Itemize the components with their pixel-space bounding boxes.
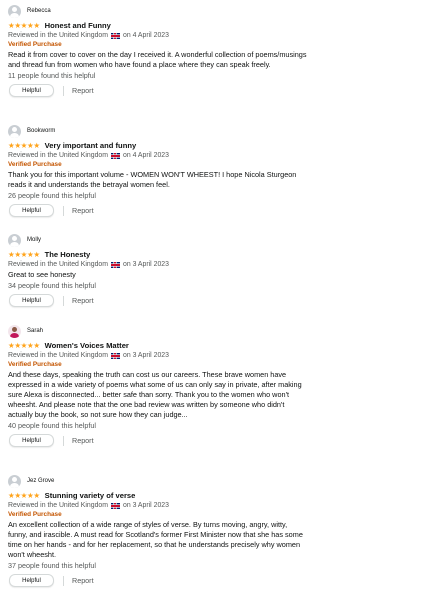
- review-date: Reviewed in the United Kingdom on 3 Apri…: [8, 260, 308, 269]
- report-link[interactable]: Report: [72, 296, 94, 305]
- review-title[interactable]: Very important and funny: [45, 141, 137, 150]
- uk-flag-icon: [110, 152, 120, 159]
- reviewer-profile[interactable]: Sarah: [8, 324, 308, 338]
- five-star-rating-icon[interactable]: ★ ★ ★ ★ ★: [8, 21, 40, 30]
- review-card: Jez Grove ★ ★ ★ ★ ★ Stunning variety of vers…: [8, 474, 308, 587]
- review-date-text: on 3 April 2023: [122, 261, 169, 268]
- action-divider: [63, 205, 64, 216]
- review-body: Thank you for this important volume - WO…: [8, 170, 297, 189]
- reviewer-profile[interactable]: Bookworm: [8, 124, 308, 138]
- uk-flag-icon: [110, 261, 120, 268]
- report-link[interactable]: Report: [72, 206, 94, 215]
- review-title[interactable]: Honest and Funny: [45, 21, 111, 30]
- review-title[interactable]: Women's Voices Matter: [45, 341, 129, 350]
- five-star-rating-icon[interactable]: ★ ★ ★ ★ ★: [8, 341, 40, 350]
- review-date: Reviewed in the United Kingdom on 3 Apri…: [8, 501, 308, 510]
- review-location: Reviewed in the United Kingdom: [8, 32, 108, 39]
- helpful-button[interactable]: Helpful: [9, 294, 54, 307]
- reviewer-name: Bookworm: [27, 128, 56, 134]
- helpful-button[interactable]: Helpful: [9, 574, 54, 587]
- action-divider: [63, 295, 64, 306]
- review-date-text: on 4 April 2023: [122, 32, 169, 39]
- five-star-rating-icon[interactable]: ★ ★ ★ ★ ★: [8, 250, 40, 259]
- reviewer-profile[interactable]: Jez Grove: [8, 474, 308, 488]
- review-body: Great to see honesty: [8, 270, 76, 279]
- review-card: Sarah ★ ★ ★ ★ ★ Women's Voices Matter Review…: [8, 324, 308, 447]
- review-body: An excellent collection of a wide range …: [8, 520, 303, 559]
- review-location: Reviewed in the United Kingdom: [8, 152, 108, 159]
- report-link[interactable]: Report: [72, 86, 94, 95]
- helpful-button[interactable]: Helpful: [9, 434, 54, 447]
- photo-avatar-icon: [8, 324, 21, 338]
- review-date-text: on 4 April 2023: [122, 152, 169, 159]
- helpful-button[interactable]: Helpful: [9, 84, 54, 97]
- verified-purchase-badge: Verified Purchase: [8, 41, 62, 48]
- helpful-button[interactable]: Helpful: [9, 204, 54, 217]
- review-location: Reviewed in the United Kingdom: [8, 352, 108, 359]
- verified-purchase-badge: Verified Purchase: [8, 361, 62, 368]
- reviewer-profile[interactable]: Rebecca: [8, 4, 308, 18]
- reviewer-profile[interactable]: Molly: [8, 233, 308, 247]
- default-avatar-icon: [8, 124, 21, 138]
- review-date: Reviewed in the United Kingdom on 4 Apri…: [8, 31, 308, 40]
- review-title[interactable]: The Honesty: [45, 250, 91, 259]
- default-avatar-icon: [8, 233, 21, 247]
- review-date: Reviewed in the United Kingdom on 3 Apri…: [8, 351, 308, 360]
- reviews-list: Rebecca ★ ★ ★ ★ ★ Honest and Funny Reviewed …: [0, 0, 447, 600]
- five-star-rating-icon[interactable]: ★ ★ ★ ★ ★: [8, 491, 40, 500]
- default-avatar-icon: [8, 474, 21, 488]
- five-star-rating-icon[interactable]: ★ ★ ★ ★ ★: [8, 141, 40, 150]
- review-card: Molly ★ ★ ★ ★ ★ The Honesty Reviewed in the …: [8, 233, 308, 307]
- review-body: And these days, speaking the truth can c…: [8, 370, 302, 419]
- uk-flag-icon: [110, 352, 120, 359]
- review-date: Reviewed in the United Kingdom on 4 Apri…: [8, 151, 308, 160]
- review-location: Reviewed in the United Kingdom: [8, 261, 108, 268]
- action-divider: [63, 85, 64, 96]
- reviewer-name: Jez Grove: [27, 478, 55, 484]
- review-body: Read it from cover to cover on the day I…: [8, 50, 307, 69]
- review-location: Reviewed in the United Kingdom: [8, 502, 108, 509]
- default-avatar-icon: [8, 4, 21, 18]
- verified-purchase-badge: Verified Purchase: [8, 161, 62, 168]
- helpful-count: 26 people found this helpful: [8, 191, 96, 200]
- helpful-count: 40 people found this helpful: [8, 421, 96, 430]
- uk-flag-icon: [110, 502, 120, 509]
- report-link[interactable]: Report: [72, 436, 94, 445]
- report-link[interactable]: Report: [72, 576, 94, 585]
- action-divider: [63, 575, 64, 586]
- reviewer-name: Molly: [27, 237, 42, 243]
- verified-purchase-badge: Verified Purchase: [8, 511, 62, 518]
- helpful-count: 37 people found this helpful: [8, 561, 96, 570]
- helpful-count: 11 people found this helpful: [8, 71, 96, 80]
- review-card: Bookworm ★ ★ ★ ★ ★ Very important and funny …: [8, 124, 308, 217]
- review-title[interactable]: Stunning variety of verse: [45, 491, 136, 500]
- helpful-count: 34 people found this helpful: [8, 281, 96, 290]
- reviewer-name: Sarah: [27, 328, 44, 334]
- review-date-text: on 3 April 2023: [122, 502, 169, 509]
- uk-flag-icon: [110, 32, 120, 39]
- review-date-text: on 3 April 2023: [122, 352, 169, 359]
- action-divider: [63, 435, 64, 446]
- review-card: Rebecca ★ ★ ★ ★ ★ Honest and Funny Reviewed …: [8, 4, 308, 97]
- reviewer-name: Rebecca: [27, 8, 51, 14]
